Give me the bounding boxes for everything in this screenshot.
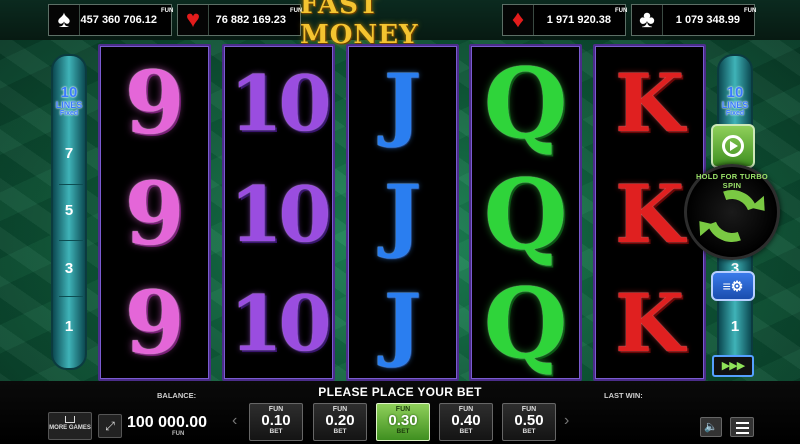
jackpot-unit: FUN bbox=[744, 8, 757, 14]
chevron-left-icon[interactable]: ‹ bbox=[232, 412, 237, 430]
jackpot-spade: ♠ 457 360 706.12 FUN bbox=[48, 4, 174, 36]
reel-2: 10 10 10 bbox=[222, 44, 335, 381]
balance-label: BALANCE: bbox=[157, 391, 197, 400]
lines-indicator: 10 LINES Fixed bbox=[55, 84, 83, 117]
line-number: 7 bbox=[64, 145, 74, 162]
jackpot-value: 1 079 348.99 bbox=[675, 14, 740, 26]
reel-symbol: J bbox=[383, 276, 422, 370]
jackpot-value: 457 360 706.12 bbox=[80, 14, 157, 26]
last-win-label: LAST WIN: bbox=[604, 391, 643, 400]
bet-option-selected[interactable]: FUN 0.30 BET bbox=[376, 403, 430, 441]
line-number: 1 bbox=[730, 318, 740, 335]
jackpot-unit: FUN bbox=[290, 8, 303, 14]
more-games-button[interactable]: MORE GAMES bbox=[48, 412, 92, 440]
reel-symbol: Q bbox=[483, 46, 568, 160]
reel-symbol: K bbox=[614, 56, 685, 150]
reel-symbol: 10 bbox=[229, 169, 332, 259]
reel-symbol: J bbox=[383, 167, 422, 261]
jackpot-unit: FUN bbox=[161, 8, 174, 14]
autoplay-icon bbox=[722, 135, 744, 157]
lines-indicator: 10 LINES Fixed bbox=[721, 84, 749, 117]
bet-option[interactable]: FUN 0.20 BET bbox=[313, 403, 367, 441]
bet-option[interactable]: FUN 0.40 BET bbox=[439, 403, 493, 441]
jackpot-value: 1 971 920.38 bbox=[546, 14, 611, 26]
jackpot-bar: ♠ 457 360 706.12 FUN ♥ 76 882 169.23 FUN… bbox=[0, 0, 800, 50]
home-icon bbox=[65, 416, 75, 423]
heart-icon: ♥ bbox=[178, 5, 209, 35]
jackpot-diamond: ♦ 1 971 920.38 FUN bbox=[502, 4, 628, 36]
spade-icon: ♠ bbox=[49, 5, 80, 35]
spin-arrows-icon bbox=[697, 181, 767, 251]
spin-hint: HOLD FOR TURBO SPIN bbox=[695, 172, 769, 190]
reel-1: 9 9 9 bbox=[98, 44, 211, 381]
jackpot-value: 76 882 169.23 bbox=[215, 14, 286, 26]
balance-value: 100 000.00 bbox=[127, 414, 208, 431]
jackpot-heart: ♥ 76 882 169.23 FUN bbox=[177, 4, 303, 36]
line-number: 5 bbox=[64, 202, 74, 219]
reel-4: Q Q Q bbox=[469, 44, 582, 381]
fullscreen-icon: ⤢ bbox=[105, 419, 115, 433]
game-logo: FAST MONEY bbox=[300, 0, 419, 50]
turbo-button[interactable]: ▶▶▶ bbox=[712, 355, 754, 377]
lines-panel-left: 10 LINES Fixed 7 5 3 1 bbox=[51, 54, 87, 370]
reel-symbol: Q bbox=[483, 266, 568, 380]
spin-button[interactable]: HOLD FOR TURBO SPIN bbox=[684, 164, 780, 260]
reel-symbol: Q bbox=[483, 157, 568, 271]
sound-button[interactable]: 🔈 bbox=[700, 417, 722, 437]
reel-symbol: 10 bbox=[229, 278, 332, 368]
jackpot-unit: FUN bbox=[615, 8, 628, 14]
status-message: PLEASE PLACE YOUR BET bbox=[318, 385, 482, 399]
settings-button[interactable]: ≡⚙ bbox=[711, 271, 755, 301]
line-number: 3 bbox=[64, 260, 74, 277]
reel-symbol: K bbox=[614, 276, 685, 370]
reel-symbol: J bbox=[383, 56, 422, 150]
hamburger-icon bbox=[736, 422, 749, 424]
fast-forward-icon: ▶▶▶ bbox=[721, 360, 745, 372]
reel-symbol: 9 bbox=[124, 163, 185, 265]
club-icon: ♣ bbox=[632, 5, 663, 35]
balance-unit: FUN bbox=[172, 431, 185, 437]
autoplay-button[interactable] bbox=[711, 124, 755, 168]
reel-3: J J J bbox=[346, 44, 459, 381]
reel-symbol: 9 bbox=[124, 52, 185, 154]
chevron-right-icon[interactable]: › bbox=[564, 412, 569, 430]
fullscreen-button[interactable]: ⤢ bbox=[98, 414, 122, 438]
reel-symbol: 10 bbox=[229, 58, 332, 148]
line-number: 1 bbox=[64, 318, 74, 335]
bet-option[interactable]: FUN 0.10 BET bbox=[249, 403, 303, 441]
diamond-icon: ♦ bbox=[503, 5, 534, 35]
jackpot-club: ♣ 1 079 348.99 FUN bbox=[631, 4, 757, 36]
settings-icon: ≡⚙ bbox=[722, 278, 744, 294]
speaker-icon: 🔈 bbox=[704, 421, 718, 433]
bet-option[interactable]: FUN 0.50 BET bbox=[502, 403, 556, 441]
menu-button[interactable] bbox=[730, 417, 754, 437]
reel-symbol: 9 bbox=[124, 272, 185, 374]
